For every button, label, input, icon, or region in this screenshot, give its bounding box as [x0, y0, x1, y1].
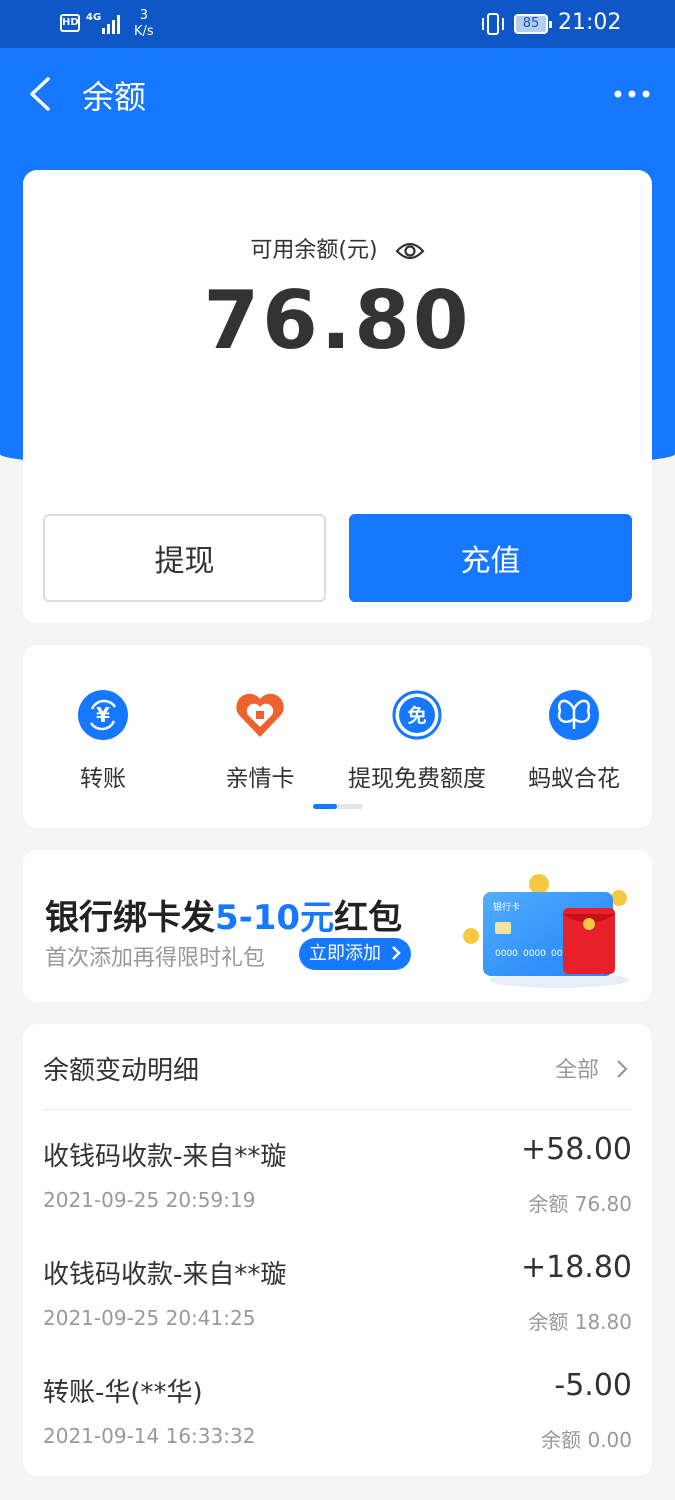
service-label: 亲情卡: [225, 766, 295, 792]
service-free-withdraw[interactable]: 免 提现免费额度: [337, 689, 497, 793]
clock: 21:02: [558, 10, 622, 35]
card-number: 0000: [523, 949, 546, 959]
transaction-time: 2021-09-14 16:33:32: [43, 1424, 256, 1448]
page-title: 余额: [82, 78, 147, 116]
promo-title-suffix: 红包: [334, 898, 403, 938]
nav-bar: 余额: [0, 48, 675, 140]
signal-icon: [102, 15, 120, 34]
service-transfer[interactable]: ¥ 转账: [23, 689, 183, 793]
transaction-balance: 余额 76.80: [528, 1192, 632, 1216]
balance-label-row: 可用余额(元): [23, 232, 652, 264]
promo-add-label: 立即添加: [309, 943, 381, 964]
view-all-label: 全部: [555, 1058, 600, 1083]
bank-card-redpacket-illustration: 银行卡 0000 0000 00: [463, 874, 629, 988]
transaction-time: 2021-09-25 20:41:25: [43, 1306, 256, 1330]
speed-value: 3: [139, 8, 148, 23]
network-speed: 3 K/s: [134, 8, 154, 40]
hd-icon: HD: [60, 14, 80, 32]
card-text: 银行卡: [493, 901, 520, 913]
balance-detail-card: 余额变动明细 全部 收钱码收款-来自**璇 2021-09-25 20:59:1…: [23, 1024, 652, 1476]
ant-flower-icon: [549, 690, 599, 740]
page-indicator-active: [313, 804, 337, 809]
recharge-button[interactable]: 充值: [349, 514, 632, 602]
detail-heading: 余额变动明细: [43, 1056, 200, 1086]
battery-indicator: 85: [514, 14, 552, 34]
promo-title-prefix: 银行绑卡发: [45, 898, 215, 938]
promo-title-highlight: 5-10元: [215, 898, 335, 938]
chevron-right-icon: [617, 1060, 628, 1078]
card-number: 00: [551, 949, 563, 959]
transaction-desc: 收钱码收款-来自**璇: [43, 1142, 287, 1172]
promo-subtitle: 首次添加再得限时礼包: [45, 946, 266, 971]
transaction-amount: +18.80: [520, 1250, 632, 1285]
withdraw-button[interactable]: 提现: [43, 514, 326, 602]
family-card-heart-icon: [236, 693, 284, 737]
back-arrow-icon[interactable]: [26, 76, 56, 112]
service-label: 提现免费额度: [348, 766, 486, 792]
balance-label: 可用余额(元): [250, 238, 378, 263]
service-card: ¥ 转账 亲情卡 免 提现免费额度 蚂蚁合花: [23, 645, 652, 828]
transaction-balance: 余额 0.00: [541, 1428, 632, 1452]
divider: [43, 1109, 632, 1110]
promo-card[interactable]: 银行绑卡发5-10元红包 首次添加再得限时礼包 立即添加 银行卡 0000 00…: [23, 850, 652, 1002]
transaction-balance: 余额 18.80: [528, 1310, 632, 1334]
view-all-link[interactable]: 全部: [555, 1052, 628, 1084]
transaction-row[interactable]: 收钱码收款-来自**璇 2021-09-25 20:59:19 +58.00 余…: [43, 1124, 632, 1242]
transaction-desc: 收钱码收款-来自**璇: [43, 1260, 287, 1290]
promo-add-button[interactable]: 立即添加: [299, 938, 411, 970]
service-label: 蚂蚁合花: [528, 766, 620, 792]
svg-text:免: 免: [407, 704, 426, 727]
eye-icon[interactable]: [395, 239, 425, 263]
svg-text:¥: ¥: [96, 703, 110, 727]
promo-title: 银行绑卡发5-10元红包: [45, 890, 402, 939]
speed-unit: K/s: [134, 24, 154, 39]
chevron-right-icon: [391, 946, 401, 960]
service-family-card[interactable]: 亲情卡: [180, 689, 340, 793]
transaction-desc: 转账-华(**华): [43, 1378, 203, 1408]
transaction-amount: +58.00: [520, 1132, 632, 1167]
transaction-row[interactable]: 收钱码收款-来自**璇 2021-09-25 20:41:25 +18.80 余…: [43, 1242, 632, 1360]
transfer-yuan-icon: ¥: [78, 690, 128, 740]
service-ant-flower[interactable]: 蚂蚁合花: [494, 689, 654, 793]
status-bar: HD 4G 3 K/s 85 21:02: [0, 0, 675, 48]
transaction-time: 2021-09-25 20:59:19: [43, 1188, 256, 1212]
free-withdraw-icon: 免: [392, 690, 442, 740]
card-number: 0000: [495, 949, 518, 959]
page-indicator: [313, 804, 363, 809]
transaction-row[interactable]: 转账-华(**华) 2021-09-14 16:33:32 -5.00 余额 0…: [43, 1360, 632, 1478]
transaction-amount: -5.00: [554, 1368, 632, 1403]
balance-amount: 76.80: [203, 274, 472, 367]
service-label: 转账: [80, 766, 126, 792]
vibrate-icon: [482, 13, 504, 35]
balance-card: 可用余额(元) 76.80 提现 充值: [23, 170, 652, 623]
more-icon[interactable]: [612, 84, 652, 104]
